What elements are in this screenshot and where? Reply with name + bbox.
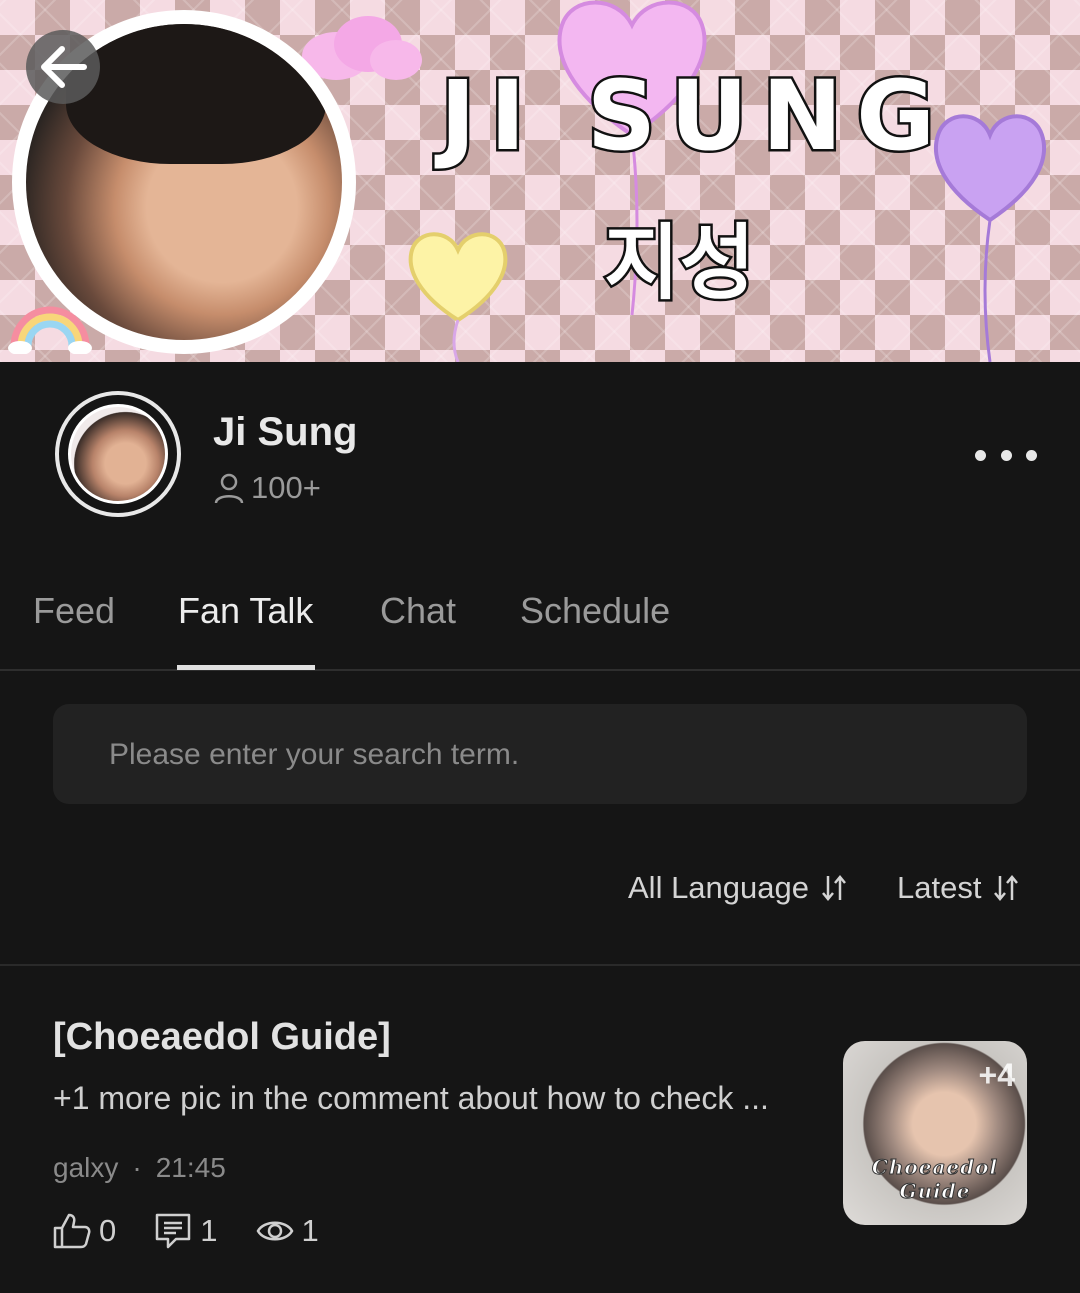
language-filter-label: All Language: [628, 870, 809, 905]
person-icon: [214, 473, 244, 504]
more-dots-icon: [975, 449, 986, 461]
post-meta: galxy · 21:45: [53, 1152, 226, 1184]
comment-button[interactable]: 1: [154, 1212, 218, 1250]
sort-filter[interactable]: Latest: [897, 870, 1019, 906]
profile-banner: JI SUNG 지성: [0, 0, 1080, 362]
more-options-button[interactable]: [975, 438, 1037, 472]
tab-schedule[interactable]: Schedule: [520, 590, 670, 632]
post-author[interactable]: galxy: [53, 1152, 118, 1184]
language-filter[interactable]: All Language: [628, 870, 847, 906]
sort-icon: [994, 875, 1019, 901]
tab-bar: Feed Fan Talk Chat Schedule: [0, 570, 1080, 671]
view-stat: 1: [256, 1213, 319, 1249]
community-name: Ji Sung: [213, 410, 358, 454]
comment-icon: [156, 1213, 191, 1249]
section-divider: [0, 964, 1080, 966]
search-box: [53, 704, 1027, 806]
meta-separator: ·: [132, 1152, 142, 1183]
sort-icon: [822, 875, 846, 901]
member-count: 100+: [213, 470, 321, 506]
banner-title: JI SUNG: [438, 58, 950, 175]
like-count: 0: [99, 1213, 117, 1248]
post-time: 21:45: [155, 1152, 226, 1183]
post-preview[interactable]: +1 more pic in the comment about how to …: [53, 1080, 823, 1117]
back-button[interactable]: [26, 30, 100, 104]
thumbnail-caption: Choeaedol Guide: [871, 1155, 999, 1204]
thumbs-up-icon: [53, 1213, 91, 1249]
post-thumbnail[interactable]: +4 Choeaedol Guide: [843, 1041, 1027, 1225]
banner-subtitle: 지성: [602, 214, 758, 314]
like-button[interactable]: 0: [53, 1213, 116, 1249]
tab-chat[interactable]: Chat: [380, 590, 456, 632]
tab-feed[interactable]: Feed: [33, 590, 115, 632]
active-tab-indicator: [177, 665, 315, 670]
view-count: 1: [301, 1213, 319, 1248]
thumbnail-image-count: +4: [978, 1057, 1015, 1093]
back-arrow-icon: [41, 46, 87, 88]
search-input[interactable]: [107, 704, 991, 806]
post-stats: 0 1 1: [53, 1212, 357, 1250]
member-count-value: 100+: [251, 470, 321, 505]
comment-count: 1: [200, 1213, 218, 1248]
community-avatar[interactable]: [55, 391, 181, 517]
yellow-heart-balloon: [408, 232, 508, 362]
eye-icon: [256, 1221, 293, 1241]
sort-filter-label: Latest: [897, 870, 982, 905]
post-title[interactable]: [Choeaedol Guide]: [53, 1016, 391, 1059]
tab-fan-talk[interactable]: Fan Talk: [178, 590, 313, 632]
